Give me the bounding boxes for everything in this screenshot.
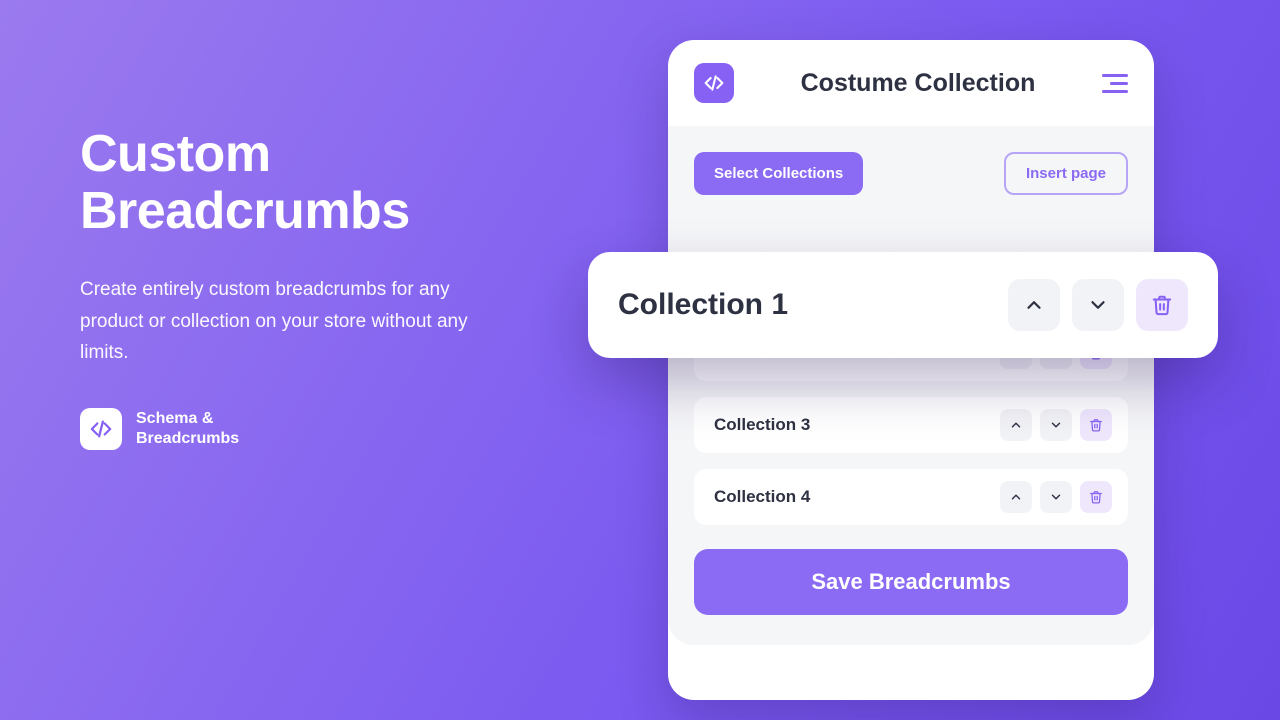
page-heading: Custom Breadcrumbs — [80, 126, 510, 240]
list-item-label: Collection 4 — [714, 487, 992, 507]
code-icon — [694, 63, 734, 103]
chevron-up-icon[interactable] — [1000, 409, 1032, 441]
brand-line-2: Breadcrumbs — [136, 429, 239, 449]
featured-list-item[interactable]: Collection 1 — [588, 252, 1218, 358]
chevron-up-icon[interactable] — [1008, 279, 1060, 331]
select-collections-button[interactable]: Select Collections — [694, 152, 863, 195]
page-description: Create entirely custom breadcrumbs for a… — [80, 274, 510, 368]
heading-line-1: Custom — [80, 126, 510, 183]
list-item-label: Collection 3 — [714, 415, 992, 435]
trash-icon[interactable] — [1136, 279, 1188, 331]
heading-line-2: Breadcrumbs — [80, 183, 510, 240]
insert-page-button[interactable]: Insert page — [1004, 152, 1128, 195]
featured-item-label: Collection 1 — [618, 288, 996, 322]
chevron-up-icon[interactable] — [1000, 481, 1032, 513]
panel-title: Costume Collection — [734, 69, 1102, 98]
panel-body: Select Collections Insert page Collectio… — [668, 126, 1154, 645]
brand-line-1: Schema & — [136, 409, 239, 429]
save-breadcrumbs-button[interactable]: Save Breadcrumbs — [694, 549, 1128, 615]
chevron-down-icon[interactable] — [1040, 409, 1072, 441]
trash-icon[interactable] — [1080, 409, 1112, 441]
list-item[interactable]: Collection 3 — [694, 397, 1128, 453]
trash-icon[interactable] — [1080, 481, 1112, 513]
list-item[interactable]: Collection 4 — [694, 469, 1128, 525]
brand-badge: Schema & Breadcrumbs — [80, 408, 510, 450]
brand-name: Schema & Breadcrumbs — [136, 409, 239, 449]
code-icon — [80, 408, 122, 450]
menu-icon[interactable] — [1102, 74, 1128, 93]
action-row: Select Collections Insert page — [694, 152, 1128, 195]
panel-header: Costume Collection — [668, 40, 1154, 126]
marketing-copy: Custom Breadcrumbs Create entirely custo… — [80, 126, 510, 450]
breadcrumb-editor-panel: Costume Collection Select Collections In… — [668, 40, 1154, 700]
chevron-down-icon[interactable] — [1072, 279, 1124, 331]
chevron-down-icon[interactable] — [1040, 481, 1072, 513]
